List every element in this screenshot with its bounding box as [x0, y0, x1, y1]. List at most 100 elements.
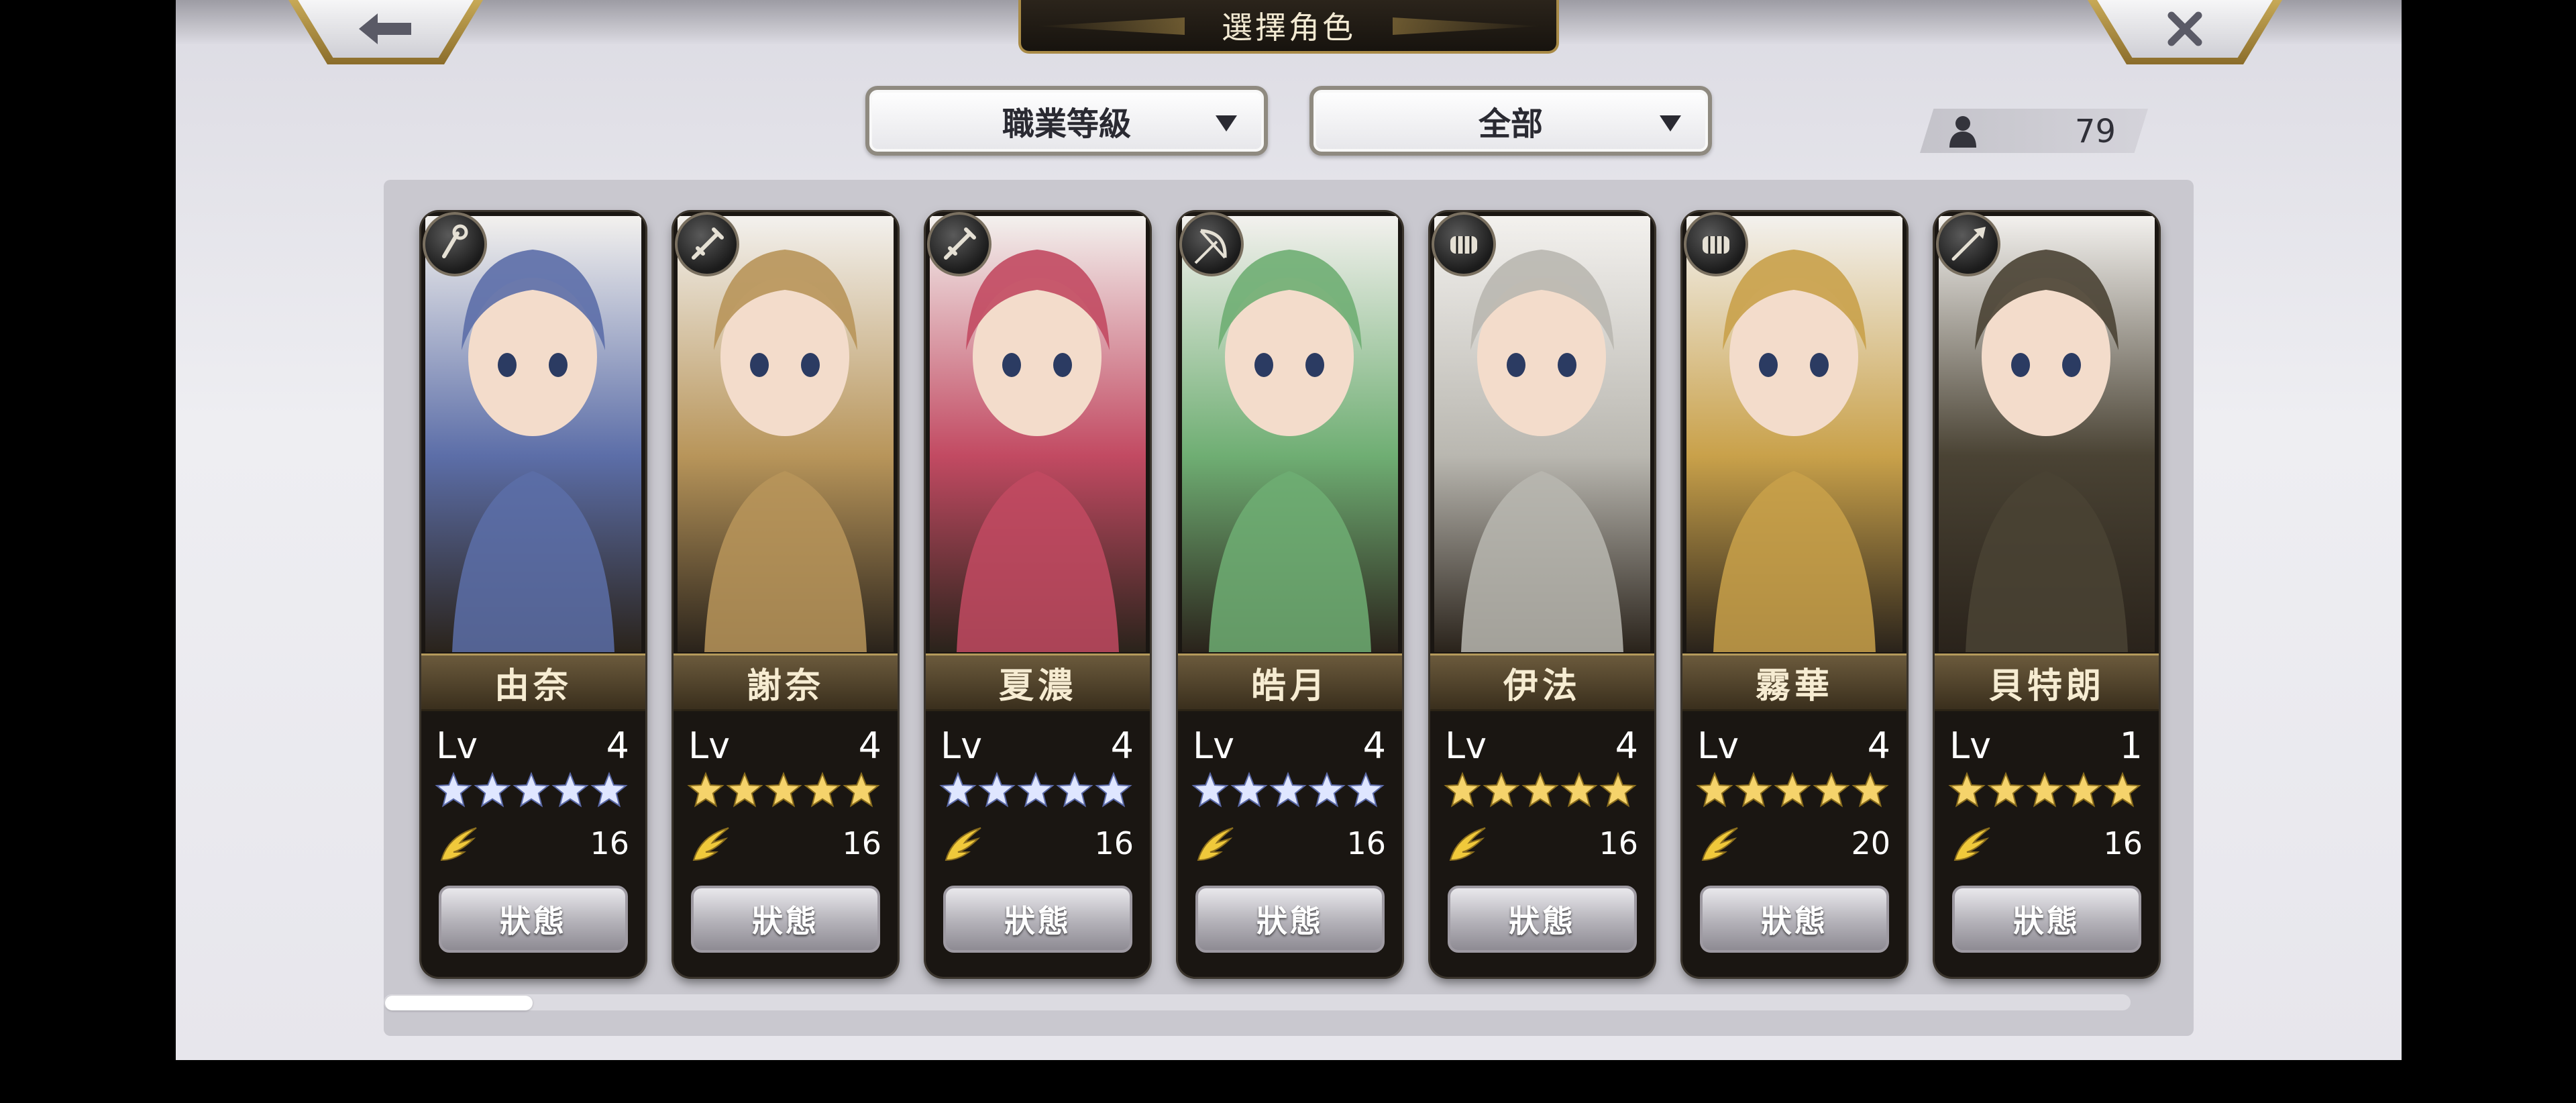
sort-dropdown[interactable]: 職業等級 — [865, 86, 1268, 156]
level-label: Lv — [1445, 725, 1487, 767]
character-info: Lv 4 20 狀態 — [1682, 711, 1907, 977]
star-icon — [939, 772, 977, 809]
person-icon — [1949, 116, 1976, 148]
star-icon — [1851, 772, 1889, 809]
status-button[interactable]: 狀態 — [1195, 886, 1385, 953]
star-icon — [1308, 772, 1346, 809]
wing-icon — [1446, 823, 1488, 864]
level-value: 4 — [606, 725, 629, 767]
star-icon — [1521, 772, 1559, 809]
energy-value: 16 — [590, 825, 629, 861]
character-name: 伊法 — [1430, 653, 1654, 711]
energy-value: 16 — [1346, 825, 1386, 861]
wing-icon — [1194, 823, 1236, 864]
scrollbar-track[interactable] — [384, 994, 2131, 1010]
filter-dropdown-value: 全部 — [1478, 105, 1543, 143]
character-portrait — [425, 216, 641, 652]
energy-value: 16 — [1599, 825, 1638, 861]
star-rating — [1696, 772, 1897, 809]
character-info: Lv 4 16 狀態 — [1178, 711, 1402, 977]
energy-value: 20 — [1851, 825, 1890, 861]
star-rating — [687, 772, 888, 809]
star-icon — [1774, 772, 1811, 809]
arrow-left-icon — [359, 13, 411, 44]
energy-value: 16 — [842, 825, 881, 861]
bow-icon — [1179, 212, 1244, 276]
star-icon — [2065, 772, 2102, 809]
character-name: 霧華 — [1682, 653, 1907, 711]
filter-dropdown[interactable]: 全部 — [1309, 86, 1712, 156]
star-rating — [1191, 772, 1393, 809]
star-icon — [1191, 772, 1229, 809]
game-panel: 選擇角色 職業等級 全部 79 由奈 Lv 4 16 狀態 謝奈 Lv 4 16 狀態 夏濃 Lv 4 1… — [176, 0, 2402, 1060]
close-x-icon — [2167, 11, 2202, 46]
level-value: 4 — [1615, 725, 1638, 767]
status-button[interactable]: 狀態 — [691, 886, 880, 953]
character-count: 79 — [1920, 109, 2148, 153]
star-icon — [474, 772, 511, 809]
status-button[interactable]: 狀態 — [1700, 886, 1889, 953]
star-rating — [1948, 772, 2149, 809]
spear-icon — [1936, 212, 2000, 276]
star-icon — [1056, 772, 1093, 809]
star-rating — [1444, 772, 1645, 809]
star-icon — [551, 772, 589, 809]
character-card[interactable]: 皓月 Lv 4 16 狀態 — [1178, 212, 1402, 977]
fist-icon — [1684, 212, 1748, 276]
character-portrait — [930, 216, 1146, 652]
level-value: 1 — [2119, 725, 2143, 767]
chevron-down-icon — [1660, 115, 1681, 132]
star-icon — [590, 772, 628, 809]
staff-icon — [423, 212, 487, 276]
star-rating — [939, 772, 1140, 809]
character-name: 謝奈 — [674, 653, 898, 711]
character-name: 貝特朗 — [1935, 653, 2159, 711]
level-label: Lv — [436, 725, 478, 767]
star-icon — [1347, 772, 1385, 809]
star-icon — [1230, 772, 1268, 809]
star-icon — [1560, 772, 1598, 809]
character-portrait — [1182, 216, 1398, 652]
level-label: Lv — [941, 725, 983, 767]
level-label: Lv — [1193, 725, 1235, 767]
character-card[interactable]: 由奈 Lv 4 16 狀態 — [421, 212, 645, 977]
star-icon — [1017, 772, 1055, 809]
level-value: 4 — [1867, 725, 1890, 767]
character-info: Lv 4 16 狀態 — [1430, 711, 1654, 977]
wing-icon — [437, 823, 479, 864]
wing-icon — [942, 823, 983, 864]
wing-icon — [690, 823, 731, 864]
star-icon — [1813, 772, 1850, 809]
energy-value: 16 — [1094, 825, 1134, 861]
wing-icon — [1699, 823, 1740, 864]
scrollbar-thumb[interactable] — [385, 996, 533, 1010]
status-button[interactable]: 狀態 — [1952, 886, 2141, 953]
character-card[interactable]: 夏濃 Lv 4 16 狀態 — [926, 212, 1150, 977]
page-title: 選擇角色 — [1018, 0, 1559, 54]
star-icon — [435, 772, 472, 809]
chevron-down-icon — [1216, 115, 1237, 132]
fist-icon — [1432, 212, 1496, 276]
star-icon — [687, 772, 724, 809]
character-name: 夏濃 — [926, 653, 1150, 711]
star-icon — [1696, 772, 1733, 809]
star-icon — [513, 772, 550, 809]
wing-icon — [1951, 823, 1992, 864]
back-button[interactable] — [288, 0, 483, 64]
character-card[interactable]: 謝奈 Lv 4 16 狀態 — [674, 212, 898, 977]
status-button[interactable]: 狀態 — [439, 886, 628, 953]
status-button[interactable]: 狀態 — [943, 886, 1132, 953]
character-card[interactable]: 伊法 Lv 4 16 狀態 — [1430, 212, 1654, 977]
character-portrait — [1686, 216, 1902, 652]
status-button[interactable]: 狀態 — [1448, 886, 1637, 953]
close-button[interactable] — [2088, 0, 2282, 64]
star-icon — [978, 772, 1016, 809]
level-label: Lv — [1697, 725, 1739, 767]
star-icon — [2026, 772, 2063, 809]
character-card[interactable]: 貝特朗 Lv 1 16 狀態 — [1935, 212, 2159, 977]
character-card[interactable]: 霧華 Lv 4 20 狀態 — [1682, 212, 1907, 977]
star-icon — [1735, 772, 1772, 809]
character-name: 由奈 — [421, 653, 645, 711]
star-icon — [1948, 772, 1986, 809]
level-value: 4 — [1362, 725, 1386, 767]
